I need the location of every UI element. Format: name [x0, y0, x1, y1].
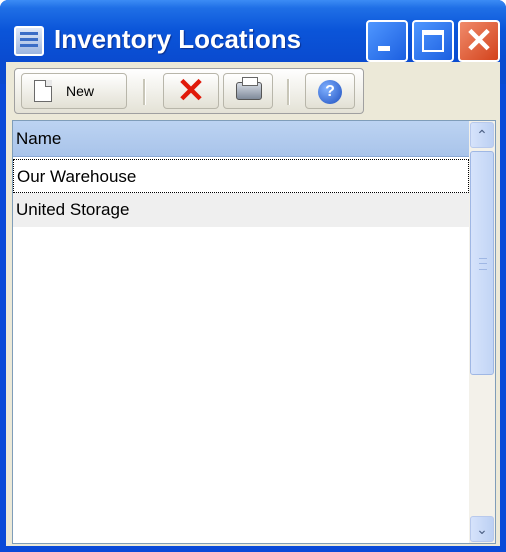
toolbar-separator — [287, 79, 290, 105]
maximize-icon — [422, 30, 444, 52]
printer-icon — [236, 77, 262, 100]
column-header-label: Name — [16, 129, 62, 148]
help-button[interactable]: ? — [305, 73, 355, 109]
vertical-scrollbar[interactable]: ⌃ ⌄ — [469, 121, 495, 543]
list-item-label: Our Warehouse — [17, 167, 137, 186]
new-button-label: New — [66, 83, 95, 99]
new-document-icon — [34, 80, 52, 102]
toolbar-strip: New ✕ ? — [6, 62, 500, 120]
close-button[interactable]: ✕ — [458, 20, 500, 62]
column-header-name[interactable]: Name — [13, 121, 469, 157]
list-item[interactable]: Our Warehouse — [13, 159, 469, 193]
scrollbar-thumb[interactable] — [470, 151, 494, 375]
window-body: New ✕ ? Name Our Warehouse United Storag… — [6, 62, 500, 546]
scroll-down-button[interactable]: ⌄ — [470, 516, 494, 542]
toolbar: New ✕ ? — [14, 68, 364, 114]
maximize-button[interactable] — [412, 20, 454, 62]
window-title: Inventory Locations — [54, 24, 302, 54]
delete-button[interactable]: ✕ — [163, 73, 219, 109]
locations-list[interactable]: Name Our Warehouse United Storage ⌃ ⌄ — [12, 120, 496, 544]
chevron-down-icon: ⌄ — [476, 521, 488, 537]
minimize-icon — [378, 46, 390, 51]
list-item[interactable]: United Storage — [13, 193, 469, 227]
toolbar-separator — [143, 79, 146, 105]
inventory-locations-window: Inventory Locations ✕ New ✕ ? Name Our W… — [0, 0, 506, 552]
print-button[interactable] — [223, 73, 273, 109]
grip-icon — [479, 258, 487, 270]
app-icon[interactable] — [14, 26, 44, 56]
new-button[interactable]: New — [21, 73, 127, 109]
chevron-up-icon: ⌃ — [476, 127, 488, 143]
list-item-label: United Storage — [16, 200, 130, 219]
delete-icon: ✕ — [176, 72, 206, 110]
close-icon: ✕ — [464, 22, 494, 60]
minimize-button[interactable] — [366, 20, 408, 62]
scroll-up-button[interactable]: ⌃ — [470, 122, 494, 148]
help-icon: ? — [318, 80, 342, 104]
